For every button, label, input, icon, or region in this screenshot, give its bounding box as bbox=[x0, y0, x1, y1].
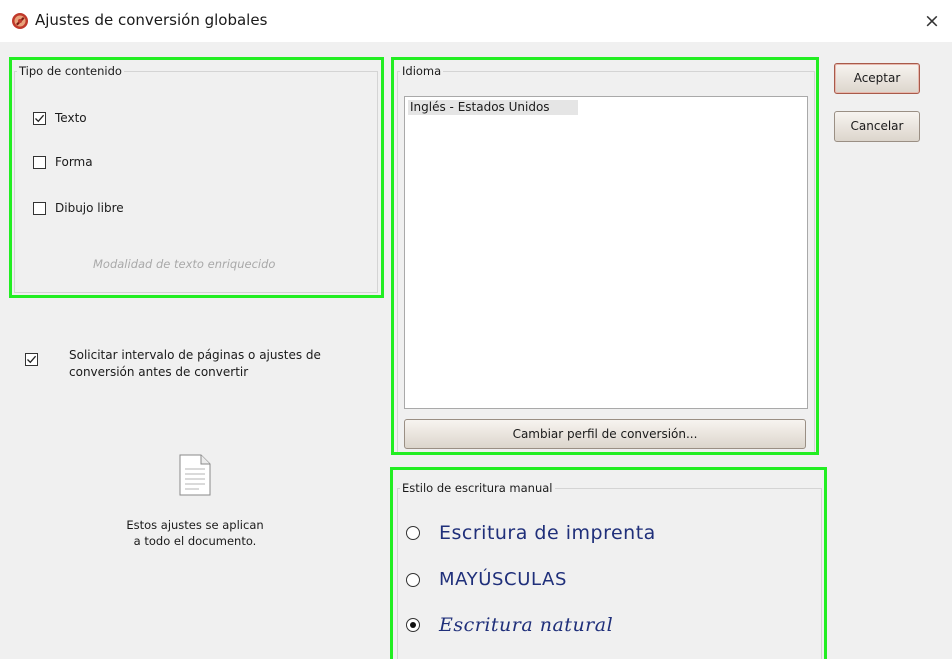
note-line1: Estos ajustes se aplican bbox=[126, 518, 264, 532]
highlight-handwriting-style bbox=[390, 467, 827, 659]
title-bar: Ajustes de conversión globales × bbox=[0, 0, 952, 42]
page-range-label: Solicitar intervalo de páginas o ajustes… bbox=[69, 347, 321, 381]
check-icon bbox=[27, 355, 37, 364]
highlight-content-type bbox=[9, 57, 384, 298]
note-line2: a todo el documento. bbox=[133, 534, 257, 548]
page-range-label-line2: conversión antes de convertir bbox=[69, 365, 249, 379]
page-range-checkbox[interactable] bbox=[25, 353, 38, 366]
close-icon: × bbox=[924, 10, 940, 32]
app-logo-icon bbox=[12, 13, 28, 29]
cancel-button[interactable]: Cancelar bbox=[834, 111, 920, 142]
document-note: Estos ajustes se aplican a todo el docum… bbox=[95, 517, 295, 549]
page-range-box[interactable] bbox=[25, 353, 38, 366]
highlight-language bbox=[391, 57, 819, 455]
window-title: Ajustes de conversión globales bbox=[35, 11, 268, 29]
page-range-label-line1: Solicitar intervalo de páginas o ajustes… bbox=[69, 348, 321, 362]
close-button[interactable]: × bbox=[912, 4, 952, 38]
accept-button[interactable]: Aceptar bbox=[834, 63, 920, 94]
document-icon bbox=[179, 454, 211, 496]
